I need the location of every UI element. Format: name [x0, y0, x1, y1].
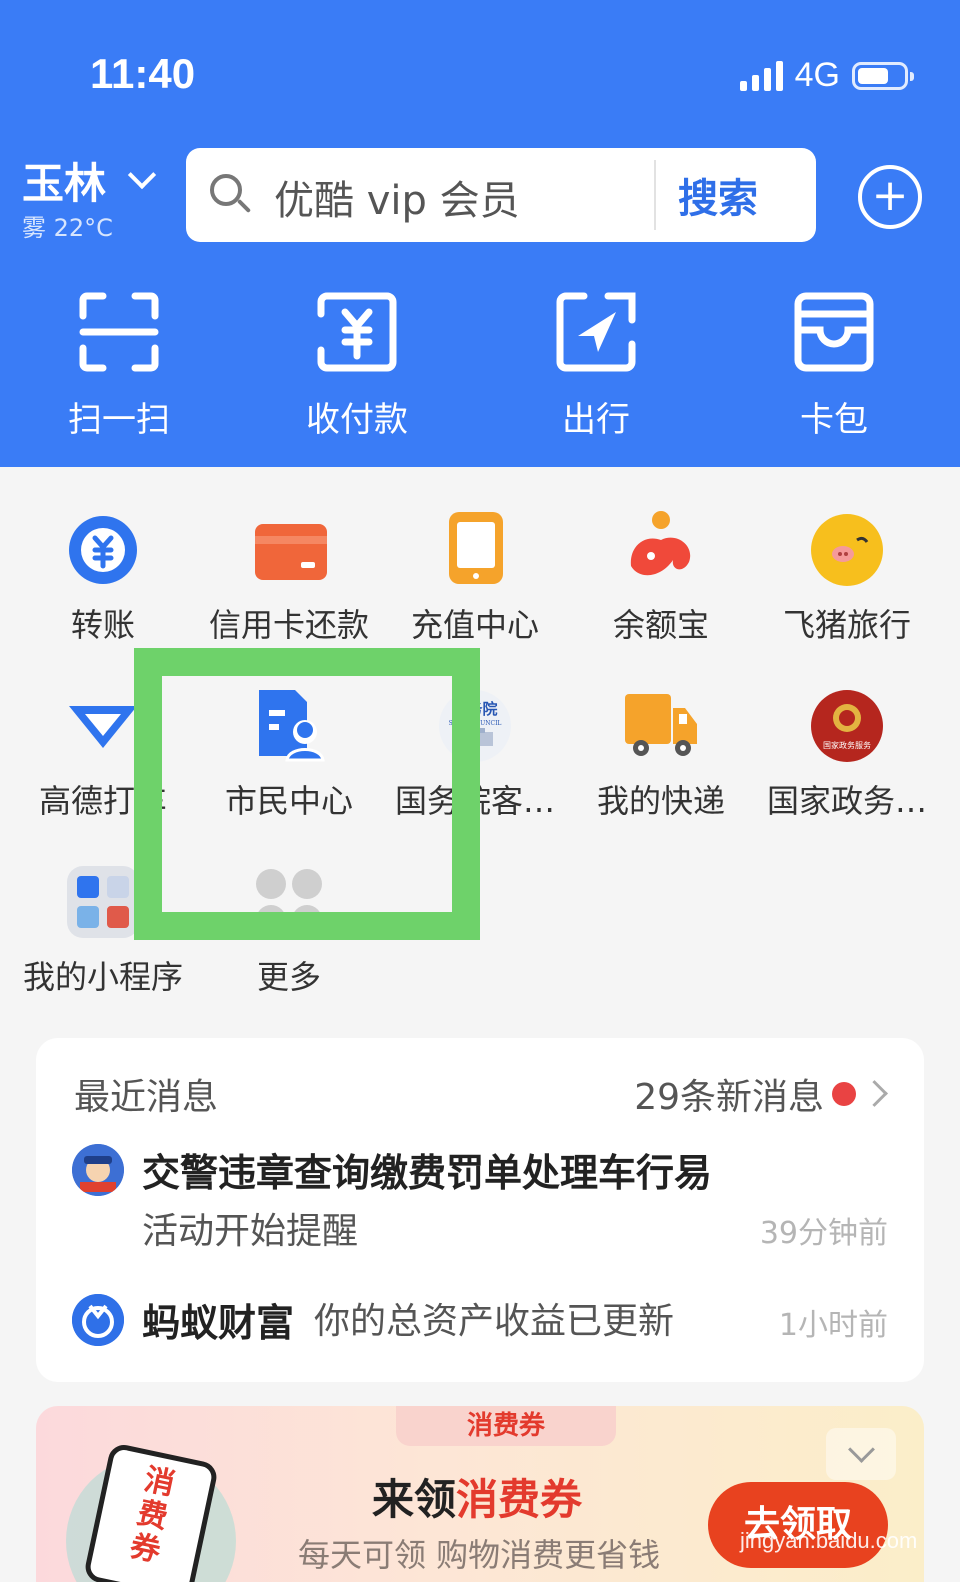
- pay-receive-label: 收付款: [306, 400, 408, 440]
- grid-item-yuebao[interactable]: 余额宝: [568, 510, 754, 646]
- search-button[interactable]: 搜索: [678, 166, 758, 224]
- banner-title-prefix: 来领: [372, 1475, 457, 1524]
- grid-label: 我的快递: [596, 782, 725, 820]
- pay-receive-button[interactable]: 收付款: [257, 290, 457, 441]
- battery-icon: [852, 61, 914, 90]
- status-indicators: 4G: [739, 56, 914, 95]
- recharge-icon: [435, 510, 515, 590]
- watermark: jingyan.baidu.com: [740, 1528, 918, 1553]
- unread-dot: [832, 1082, 856, 1106]
- city-name: 玉林: [22, 159, 107, 208]
- network-type: 4G: [794, 56, 840, 94]
- grid-item-fliggy[interactable]: 飞猪旅行: [754, 510, 940, 646]
- grid-label: 余额宝: [612, 606, 709, 644]
- chevron-down-icon: [127, 160, 157, 189]
- phone-illustration: 消费券: [82, 1442, 220, 1582]
- mini-programs-icon: [63, 862, 143, 942]
- gov-service-icon: 国家政务服务: [807, 686, 887, 766]
- recent-messages-card[interactable]: 最近消息 29条新消息 交警违章查询缴费罚单处理车行易 活动开始提醒 39分钟前…: [36, 1038, 924, 1382]
- city-selector[interactable]: 玉林: [22, 150, 157, 211]
- message-title[interactable]: 交警违章查询缴费罚单处理车行易: [142, 1142, 712, 1197]
- ant-fortune-icon: [72, 1294, 124, 1346]
- grid-item-credit-card[interactable]: 信用卡还款: [196, 510, 382, 646]
- amap-icon: [63, 686, 143, 766]
- message-source[interactable]: 蚂蚁财富: [142, 1292, 294, 1347]
- grid-label: 更多: [256, 958, 321, 996]
- travel-icon: [556, 292, 636, 372]
- banner-subtitle: 每天可领 购物消费更省钱: [298, 1536, 661, 1574]
- pay-receive-icon: [317, 292, 397, 372]
- search-icon: [210, 174, 242, 206]
- coupon-banner[interactable]: 消费券 消费券 来领消费券 每天可领 购物消费更省钱 去领取: [36, 1406, 924, 1582]
- weather-info: 雾 22°C: [22, 214, 113, 242]
- card-wallet-icon: [794, 292, 874, 372]
- express-icon: [621, 686, 701, 766]
- add-plus-button[interactable]: +: [858, 165, 922, 229]
- collapse-chevron-icon[interactable]: [826, 1428, 896, 1480]
- search-divider: [654, 160, 656, 230]
- message-subtitle: 活动开始提醒: [142, 1211, 359, 1252]
- message-time: 1小时前: [778, 1308, 888, 1343]
- scan-icon: [79, 292, 159, 372]
- travel-label: 出行: [562, 400, 630, 440]
- search-input[interactable]: 优酷 vip 会员: [274, 168, 520, 226]
- status-time: 11:40: [90, 50, 196, 97]
- grid-item-express[interactable]: 我的快递: [568, 686, 754, 822]
- grid-item-transfer[interactable]: 转账: [10, 510, 196, 646]
- grid-label: 充值中心: [410, 606, 539, 644]
- grid-label: 信用卡还款: [208, 606, 369, 644]
- claim-button[interactable]: 去领取: [708, 1482, 888, 1568]
- new-messages-count[interactable]: 29条新消息: [634, 1068, 824, 1120]
- message-time: 39分钟前: [759, 1216, 888, 1251]
- message-text[interactable]: 你的总资产收益已更新: [314, 1292, 674, 1344]
- highlight-box: [134, 648, 480, 940]
- phone-text: 消费券: [126, 1462, 178, 1570]
- scan-button[interactable]: 扫一扫: [19, 290, 219, 441]
- chevron-right-icon[interactable]: [861, 1080, 888, 1107]
- card-wallet-label: 卡包: [800, 400, 868, 440]
- grid-label: 飞猪旅行: [782, 606, 911, 644]
- search-bar[interactable]: 优酷 vip 会员 搜索: [186, 148, 816, 242]
- top-header: 11:40 4G 玉林 雾 22°C 优酷 vip 会员 搜索 + 扫一扫 收付…: [0, 0, 960, 467]
- messages-title: 最近消息: [74, 1077, 219, 1118]
- credit-card-icon: [249, 510, 329, 590]
- banner-title: 来领消费券: [372, 1466, 582, 1527]
- gov-service-logo-text: 国家政务服务: [823, 740, 871, 750]
- travel-button[interactable]: 出行: [496, 290, 696, 441]
- grid-label: 转账: [70, 606, 135, 644]
- grid-label: 我的小程序: [22, 958, 183, 996]
- scan-label: 扫一扫: [68, 400, 170, 440]
- banner-tab: 消费券: [396, 1406, 616, 1446]
- grid-item-recharge[interactable]: 充值中心: [382, 510, 568, 646]
- grid-label: 国家政务…: [766, 782, 927, 820]
- grid-item-gov-service[interactable]: 国家政务服务 国家政务…: [754, 686, 940, 822]
- traffic-police-avatar: [72, 1144, 124, 1196]
- fliggy-icon: [807, 510, 887, 590]
- yuebao-icon: [621, 510, 701, 590]
- signal-icon: [739, 60, 783, 91]
- card-wallet-button[interactable]: 卡包: [734, 290, 934, 441]
- transfer-icon: [63, 510, 143, 590]
- banner-title-highlight: 消费券: [456, 1475, 583, 1524]
